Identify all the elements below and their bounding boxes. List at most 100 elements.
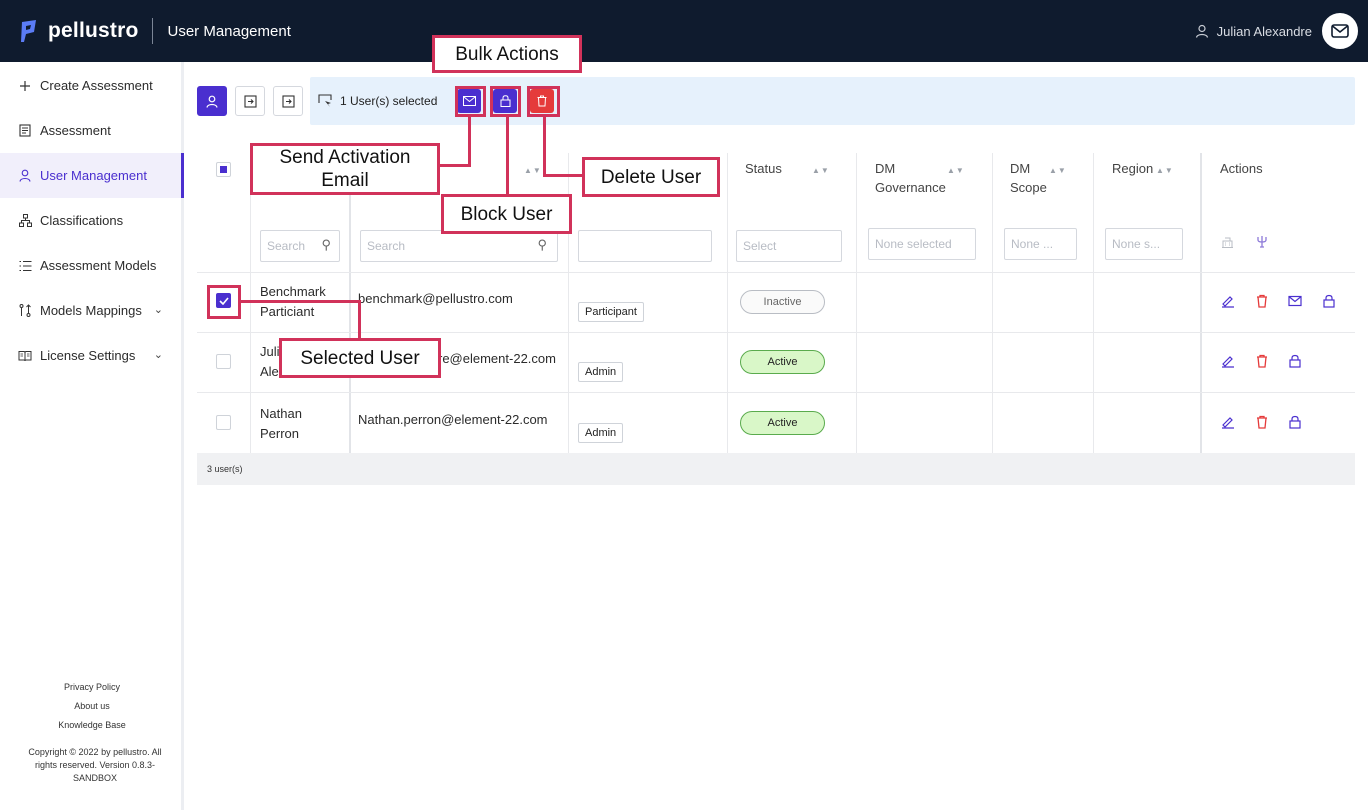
role-badge: Participant: [578, 302, 644, 322]
status-badge: Inactive: [740, 290, 825, 314]
selection-count: 1 User(s) selected: [340, 94, 438, 108]
sidebar-item-create-assessment[interactable]: Create Assessment: [0, 63, 181, 108]
status-select[interactable]: Select: [736, 230, 842, 262]
edit-icon[interactable]: [1221, 415, 1235, 429]
delete-user-highlight: [527, 86, 560, 117]
knowledge-base-link[interactable]: Knowledge Base: [0, 720, 184, 739]
users-view-button[interactable]: [197, 86, 227, 116]
placeholder-text: Search: [367, 239, 406, 253]
sidebar-item-label: User Management: [40, 168, 147, 183]
sidebar-item-license-settings[interactable]: License Settings ⌄: [0, 333, 181, 378]
block-user-callout: Block User: [441, 194, 572, 234]
trash-icon[interactable]: [1255, 354, 1269, 368]
dm-governance-select[interactable]: None selected: [868, 228, 976, 260]
row-checkbox[interactable]: [216, 354, 231, 369]
region-select[interactable]: None s...: [1105, 228, 1183, 260]
user-email-cell: Nathan.perron@element-22.com: [358, 412, 548, 427]
footer-links: Privacy Policy About us Knowledge Base: [0, 682, 184, 739]
column-header-dm-scope: DM Scope: [1010, 161, 1047, 195]
user-icon: [18, 169, 32, 183]
send-activation-highlight: [455, 86, 486, 117]
sidebar-item-label: Classifications: [40, 213, 124, 228]
search-icon: ⚲: [321, 237, 331, 252]
status-badge: Active: [740, 411, 825, 435]
lock-icon[interactable]: [1322, 294, 1336, 308]
export-icon: [281, 94, 295, 108]
placeholder-text: Search: [267, 239, 306, 253]
document-icon: [18, 124, 32, 138]
dm-scope-select[interactable]: None ...: [1004, 228, 1077, 260]
role-filter-input[interactable]: [578, 230, 712, 262]
role-badge: Admin: [578, 362, 624, 382]
edit-icon[interactable]: [1221, 354, 1235, 368]
list-icon: [18, 259, 32, 273]
role-badge: Admin: [578, 423, 624, 443]
chevron-down-icon[interactable]: ⌄: [154, 303, 163, 316]
sidebar-item-assessment-models[interactable]: Assessment Models: [0, 243, 181, 288]
sort-icon[interactable]: ▲▼: [812, 166, 830, 175]
delete-user-callout: Delete User: [582, 157, 720, 197]
email-search-input[interactable]: Search ⚲: [360, 230, 558, 262]
column-header-dm-governance: DM Governance: [875, 161, 946, 195]
block-user-highlight: [490, 86, 521, 117]
brand-name: pellustro: [48, 19, 139, 42]
user-name: Julian Alexandre: [1216, 23, 1312, 39]
about-us-link[interactable]: About us: [0, 701, 184, 720]
column-header-region: Region: [1112, 161, 1154, 176]
edit-icon[interactable]: [1221, 294, 1235, 308]
status-badge: Active: [740, 350, 825, 374]
table-footer: 3 user(s): [197, 453, 1355, 485]
selected-user-highlight: [207, 285, 241, 319]
privacy-policy-link[interactable]: Privacy Policy: [0, 682, 184, 701]
send-activation-callout: Send Activation Email: [250, 143, 440, 195]
user-name-cell: Juli Ale: [260, 344, 280, 379]
mail-icon: [1331, 24, 1349, 38]
user-icon: [206, 95, 218, 108]
brand-logo[interactable]: pellustro: [18, 18, 138, 44]
import-icon: [243, 94, 257, 108]
user-menu[interactable]: Julian Alexandre: [1195, 0, 1358, 62]
sort-icon[interactable]: ▲▼: [524, 166, 542, 175]
chevron-down-icon[interactable]: ⌄: [154, 348, 163, 361]
page-title: User Management: [167, 22, 291, 40]
building-icon[interactable]: [1221, 236, 1234, 248]
hierarchy-icon: [18, 214, 32, 228]
sidebar-item-models-mappings[interactable]: Models Mappings ⌄: [0, 288, 181, 333]
sidebar-item-classifications[interactable]: Classifications: [0, 198, 181, 243]
select-all-checkbox[interactable]: [216, 162, 231, 177]
lock-icon[interactable]: [1288, 415, 1302, 429]
trash-icon[interactable]: [1255, 294, 1269, 308]
import-button[interactable]: [235, 86, 265, 116]
selected-user-callout: Selected User: [279, 338, 441, 378]
sidebar-item-label: License Settings: [40, 348, 136, 363]
user-count: 3 user(s): [207, 464, 243, 474]
scope-filter-icon[interactable]: [1256, 235, 1268, 248]
sort-icon[interactable]: ▲▼: [1049, 166, 1067, 175]
trash-icon[interactable]: [1255, 415, 1269, 429]
sort-icon[interactable]: ▲▼: [947, 166, 965, 175]
selection-icon: [318, 94, 332, 107]
user-name-cell: Nathan Perron: [260, 406, 302, 441]
sidebar-item-user-management[interactable]: User Management: [0, 153, 184, 198]
book-icon: [18, 349, 32, 363]
user-email-cell: benchmark@pellustro.com: [358, 291, 513, 306]
mail-icon[interactable]: [1288, 294, 1302, 308]
row-checkbox[interactable]: [216, 415, 231, 430]
sidebar-item-label: Create Assessment: [40, 78, 153, 93]
sidebar: Create Assessment Assessment User Manage…: [0, 62, 184, 810]
user-email-cell: re@element-22.com: [438, 351, 556, 366]
sidebar-item-label: Assessment: [40, 123, 111, 138]
column-header-status: Status: [745, 161, 782, 176]
export-button[interactable]: [273, 86, 303, 116]
name-search-input[interactable]: Search ⚲: [260, 230, 340, 262]
sort-icon[interactable]: ▲▼: [1156, 166, 1174, 175]
copyright-text: Copyright © 2022 by pellustro. All right…: [28, 747, 162, 783]
sidebar-item-assessment[interactable]: Assessment: [0, 108, 181, 153]
messages-button[interactable]: [1322, 13, 1358, 49]
header-divider: [152, 18, 154, 44]
lock-icon[interactable]: [1288, 354, 1302, 368]
column-header-actions: Actions: [1220, 161, 1263, 176]
pellustro-logo-icon: [21, 20, 36, 42]
sidebar-item-label: Assessment Models: [40, 258, 157, 273]
mapping-icon: [18, 304, 32, 318]
